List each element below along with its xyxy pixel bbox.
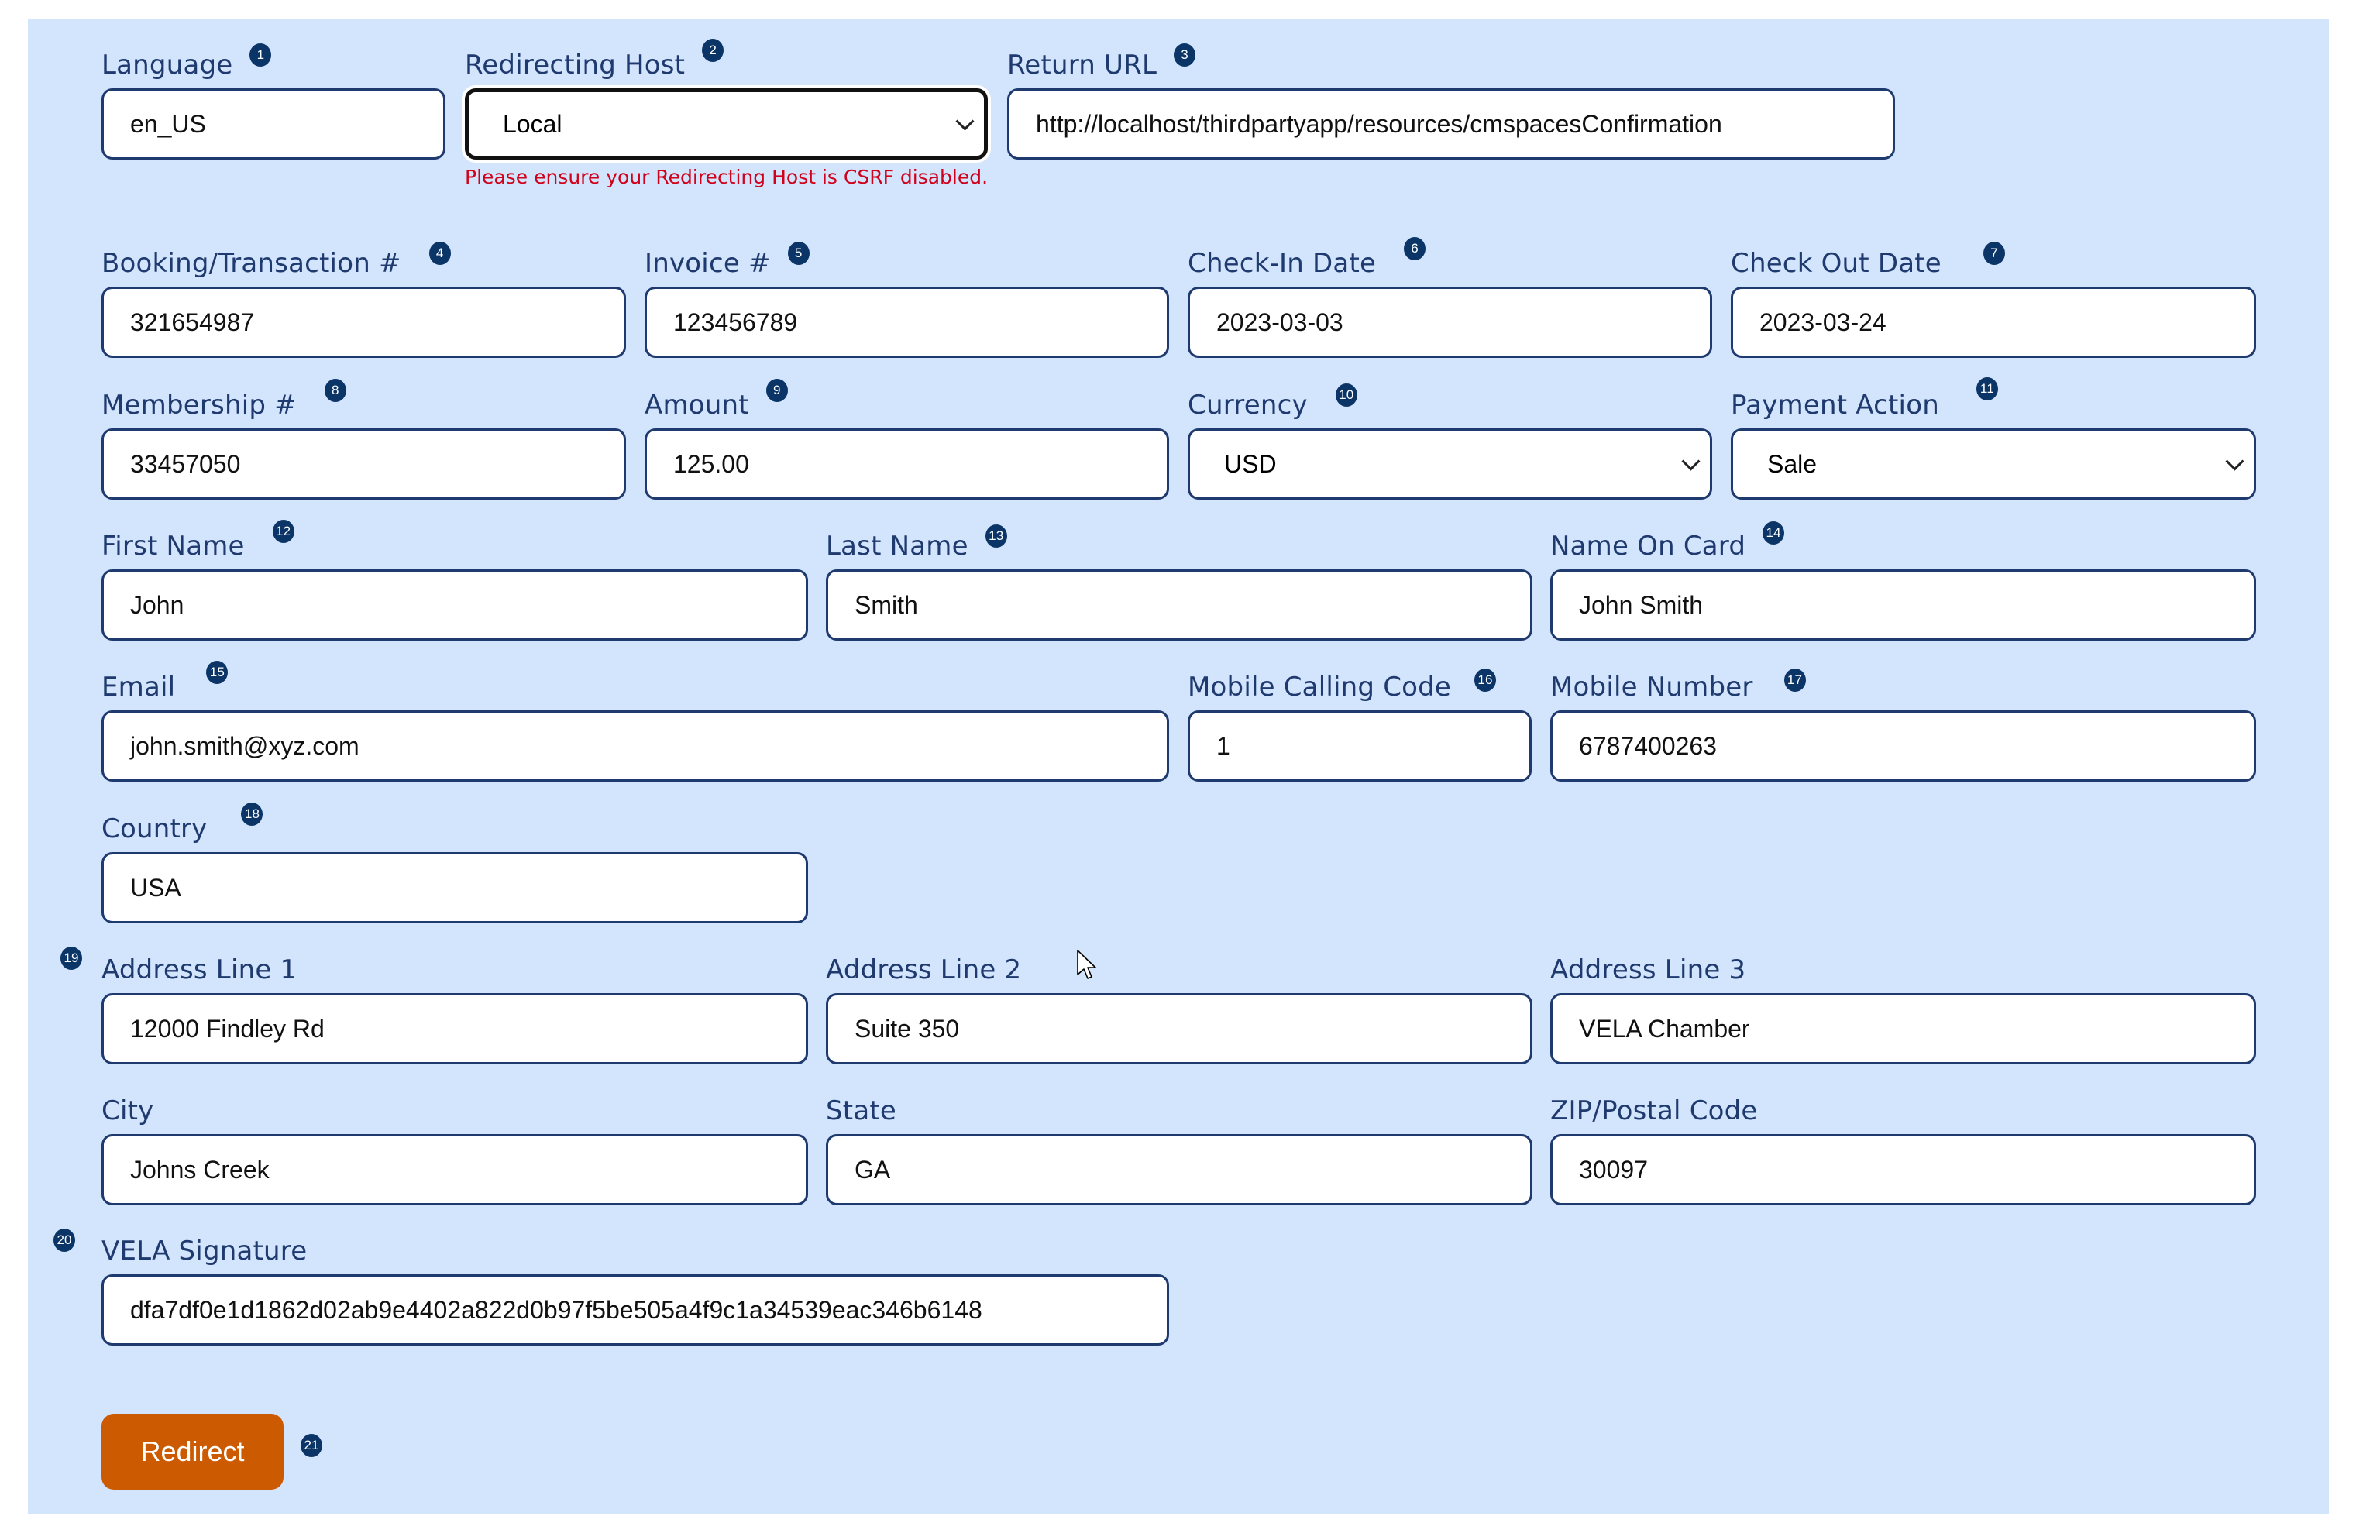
info-badge-icon: 13 (985, 524, 1007, 548)
email-input[interactable]: john.smith@xyz.com (101, 710, 1169, 782)
city-input[interactable]: Johns Creek (101, 1134, 808, 1205)
booking-input[interactable]: 321654987 (101, 287, 626, 358)
state-label: State (826, 1095, 896, 1126)
info-badge-icon: 11 (1976, 377, 1998, 400)
payment-action-label: Payment Action11 (1731, 377, 1998, 422)
check-out-label: Check Out Date 7 (1731, 242, 2005, 280)
address-line-3-label: Address Line 3 (1550, 954, 1746, 985)
redirect-info-badge-icon: 21 (301, 1434, 322, 1457)
language-label: Language 1 (101, 43, 272, 82)
redirecting-host-select[interactable]: Local (465, 88, 988, 160)
last-name-label: Last Name 13 (826, 524, 1007, 563)
info-badge-icon: 9 (765, 379, 788, 402)
address-line-1-input[interactable]: 12000 Findley Rd (101, 993, 808, 1064)
amount-input[interactable]: 125.00 (645, 428, 1169, 500)
chevron-down-icon (955, 112, 975, 131)
check-in-input[interactable]: 2023-03-03 (1188, 287, 1712, 358)
check-out-input[interactable]: 2023-03-24 (1731, 287, 2256, 358)
check-in-label: Check-In Date 6 (1188, 237, 1426, 280)
membership-label: Membership #8 (101, 379, 346, 422)
country-label: Country 18 (101, 803, 263, 846)
info-badge-icon: 18 (241, 803, 263, 826)
zip-input[interactable]: 30097 (1550, 1134, 2256, 1205)
return-url-input[interactable]: http://localhost/thirdpartyapp/resources… (1007, 88, 1895, 160)
address-line-2-label: Address Line 2 (826, 954, 1022, 985)
info-badge-icon: 15 (206, 661, 229, 684)
first-name-input[interactable]: John (101, 569, 808, 641)
booking-label: Booking/Transaction #4 (101, 242, 451, 280)
vela-signature-label: VELA Signature (101, 1236, 308, 1267)
mobile-number-label: Mobile Number 17 (1550, 669, 1806, 704)
name-on-card-label: Name On Card 14 (1550, 521, 1785, 563)
currency-selected: USD (1224, 450, 1277, 478)
redirecting-host-label: Redirecting Host 2 (465, 39, 724, 82)
invoice-input[interactable]: 123456789 (645, 287, 1169, 358)
info-badge-icon: 16 (1474, 669, 1497, 692)
redirect-button[interactable]: Redirect (101, 1414, 284, 1490)
info-badge-icon: 10 (1335, 383, 1357, 407)
payment-action-select[interactable]: Sale (1731, 428, 2256, 500)
name-on-card-input[interactable]: John Smith (1550, 569, 2256, 641)
info-badge-icon: 6 (1404, 237, 1426, 260)
first-name-label: First Name 12 (101, 520, 294, 563)
info-badge-icon: 12 (272, 520, 294, 543)
address-line-1-label: Address Line 1 (101, 954, 298, 985)
chevron-down-icon (1681, 452, 1701, 471)
info-badge-icon: 8 (324, 379, 346, 402)
info-badge-icon: 1 (249, 43, 272, 67)
last-name-input[interactable]: Smith (826, 569, 1532, 641)
vela-signature-input[interactable]: dfa7df0e1d1862d02ab9e4402a822d0b97f5be50… (101, 1274, 1169, 1346)
address-info-badge-icon: 19 (60, 947, 82, 970)
email-label: Email 15 (101, 661, 229, 704)
address-line-2-input[interactable]: Suite 350 (826, 993, 1532, 1064)
language-input[interactable]: en_US (101, 88, 445, 160)
info-badge-icon: 2 (702, 39, 724, 62)
mouse-cursor-icon (1077, 950, 1096, 979)
info-badge-icon: 14 (1763, 521, 1785, 545)
invoice-label: Invoice #5 (645, 242, 810, 280)
info-badge-icon: 4 (428, 242, 451, 265)
info-badge-icon: 7 (1983, 242, 2005, 265)
membership-input[interactable]: 33457050 (101, 428, 626, 500)
zip-label: ZIP/Postal Code (1550, 1095, 1758, 1126)
info-badge-icon: 17 (1783, 669, 1806, 692)
signature-info-badge-icon: 20 (53, 1229, 75, 1252)
mobile-number-input[interactable]: 6787400263 (1550, 710, 2256, 782)
mobile-calling-code-label: Mobile Calling Code 16 (1188, 669, 1497, 704)
country-input[interactable]: USA (101, 852, 808, 923)
redirecting-host-error: Please ensure your Redirecting Host is C… (465, 166, 989, 188)
return-url-label: Return URL 3 (1007, 43, 1196, 82)
redirecting-host-selected: Local (503, 110, 562, 138)
city-label: City (101, 1095, 154, 1126)
currency-label: Currency 10 (1188, 383, 1357, 422)
state-input[interactable]: GA (826, 1134, 1532, 1205)
currency-select[interactable]: USD (1188, 428, 1712, 500)
chevron-down-icon (2225, 452, 2244, 471)
info-badge-icon: 3 (1174, 43, 1196, 67)
info-badge-icon: 5 (787, 242, 810, 265)
payment-action-selected: Sale (1767, 450, 1818, 478)
mobile-calling-code-input[interactable]: 1 (1188, 710, 1532, 782)
amount-label: Amount 9 (645, 379, 788, 422)
address-line-3-input[interactable]: VELA Chamber (1550, 993, 2256, 1064)
